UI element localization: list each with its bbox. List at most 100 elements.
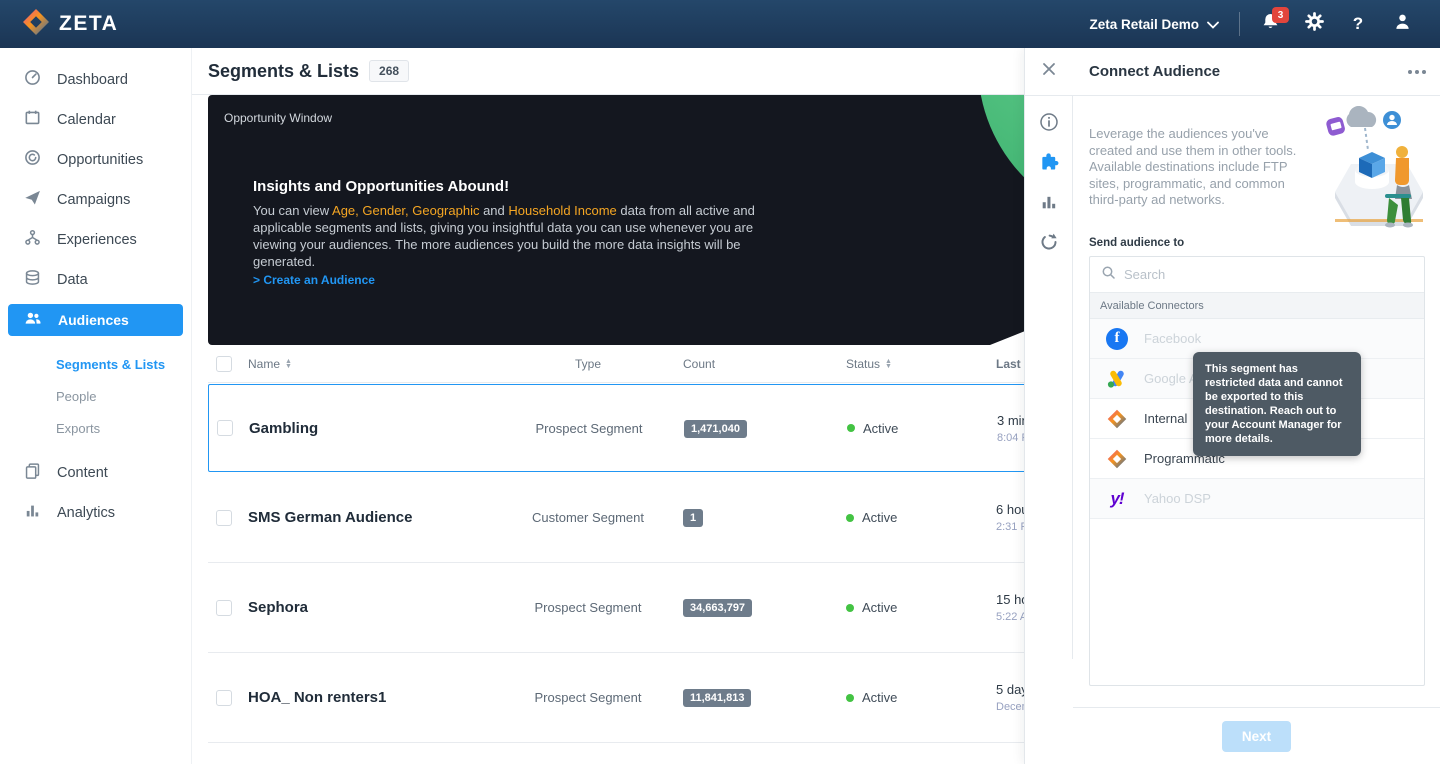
refresh-tab[interactable] bbox=[1025, 224, 1073, 264]
account-switcher[interactable]: Zeta Retail Demo bbox=[1089, 17, 1239, 32]
sidebar-item-people[interactable]: People bbox=[0, 380, 191, 412]
column-header-status[interactable]: Status▲▼ bbox=[838, 357, 996, 371]
column-header-name[interactable]: Name▲▼ bbox=[248, 357, 493, 371]
row-checkbox[interactable] bbox=[217, 420, 233, 436]
column-header-type: Type bbox=[493, 357, 683, 371]
panel-description: Leverage the audiences you've created an… bbox=[1089, 126, 1299, 209]
row-checkbox[interactable] bbox=[216, 690, 232, 706]
gear-icon bbox=[1305, 12, 1324, 36]
connector-search[interactable] bbox=[1090, 257, 1424, 293]
search-icon bbox=[1102, 266, 1115, 284]
count-badge: 1 bbox=[683, 509, 703, 527]
analytics-tab[interactable] bbox=[1025, 184, 1073, 224]
sidebar-label: Content bbox=[57, 465, 108, 481]
account-name: Zeta Retail Demo bbox=[1089, 17, 1199, 32]
data-icon bbox=[24, 269, 41, 291]
zeta-icon bbox=[1106, 448, 1128, 470]
bar-chart-icon bbox=[1040, 193, 1058, 216]
segment-name: SMS German Audience bbox=[248, 509, 493, 526]
sidebar-label: Data bbox=[57, 272, 88, 288]
sub-item-label: People bbox=[56, 389, 96, 404]
settings-button[interactable] bbox=[1292, 0, 1336, 48]
connect-illustration bbox=[1289, 106, 1434, 243]
sidebar-item-campaigns[interactable]: Campaigns bbox=[0, 180, 191, 220]
sidebar-label: Experiences bbox=[57, 232, 137, 248]
connectors-tab[interactable] bbox=[1025, 144, 1073, 184]
status-cell: Active bbox=[838, 600, 996, 615]
help-button[interactable]: ? bbox=[1336, 0, 1380, 48]
facebook-icon: f bbox=[1106, 328, 1128, 350]
sort-icon[interactable]: ▲▼ bbox=[885, 359, 892, 369]
next-button: Next bbox=[1222, 721, 1291, 752]
row-checkbox[interactable] bbox=[216, 510, 232, 526]
segment-count-badge: 268 bbox=[369, 60, 409, 82]
puzzle-icon bbox=[1039, 152, 1059, 177]
connector-yahoo-dsp: y! Yahoo DSP bbox=[1090, 479, 1424, 519]
page-title: Segments & Lists bbox=[208, 61, 359, 82]
select-all-checkbox[interactable] bbox=[216, 356, 232, 372]
campaigns-icon bbox=[24, 189, 41, 211]
yahoo-icon: y! bbox=[1106, 488, 1128, 510]
status-dot bbox=[846, 604, 854, 612]
panel-footer: Next bbox=[1073, 707, 1440, 764]
sub-item-label: Segments & Lists bbox=[56, 357, 165, 372]
sidebar-label: Opportunities bbox=[57, 152, 143, 168]
segment-type: Customer Segment bbox=[528, 509, 648, 526]
user-icon bbox=[1393, 12, 1412, 36]
count-badge: 34,663,797 bbox=[683, 599, 752, 617]
connector-label: Internal bbox=[1144, 411, 1187, 426]
sidebar-item-content[interactable]: Content bbox=[0, 453, 191, 493]
panel-header: Connect Audience bbox=[1025, 48, 1440, 96]
connector-label: Yahoo DSP bbox=[1144, 491, 1211, 506]
panel-title: Connect Audience bbox=[1089, 63, 1220, 80]
search-input[interactable] bbox=[1124, 267, 1412, 282]
sort-icon[interactable]: ▲▼ bbox=[285, 359, 292, 369]
panel-icon-rail bbox=[1025, 96, 1073, 659]
sidebar-item-calendar[interactable]: Calendar bbox=[0, 100, 191, 140]
banner-title: Insights and Opportunities Abound! bbox=[253, 178, 509, 195]
sidebar-item-exports[interactable]: Exports bbox=[0, 412, 191, 444]
notifications-button[interactable]: 3 bbox=[1248, 0, 1292, 48]
status-cell: Active bbox=[838, 690, 996, 705]
connector-label: Facebook bbox=[1144, 331, 1201, 346]
segment-name: Gambling bbox=[249, 420, 494, 437]
status-dot bbox=[846, 514, 854, 522]
sidebar-label: Analytics bbox=[57, 505, 115, 521]
chevron-down-icon bbox=[1207, 17, 1219, 32]
close-icon bbox=[1042, 62, 1056, 81]
create-audience-link[interactable]: > Create an Audience bbox=[253, 273, 375, 287]
status-dot bbox=[847, 424, 855, 432]
sidebar-item-dashboard[interactable]: Dashboard bbox=[0, 60, 191, 100]
available-connectors-header: Available Connectors bbox=[1090, 293, 1424, 319]
sidebar-item-audiences[interactable]: Audiences bbox=[8, 304, 183, 336]
sidebar-item-analytics[interactable]: Analytics bbox=[0, 493, 191, 533]
banner-body: You can view Age, Gender, Geographic and… bbox=[253, 202, 761, 270]
count-badge: 11,841,813 bbox=[683, 689, 751, 707]
status-text: Active bbox=[862, 510, 897, 525]
info-tab[interactable] bbox=[1025, 104, 1073, 144]
row-checkbox[interactable] bbox=[216, 600, 232, 616]
sidebar-item-segments-lists[interactable]: Segments & Lists bbox=[0, 348, 191, 380]
sidebar-label: Campaigns bbox=[57, 192, 130, 208]
help-icon: ? bbox=[1353, 14, 1363, 34]
sidebar-nav: Dashboard Calendar Opportunities Campaig… bbox=[0, 48, 192, 764]
sidebar-label: Dashboard bbox=[57, 72, 128, 88]
brand-logo[interactable]: ZETA bbox=[0, 8, 118, 41]
more-options-button[interactable] bbox=[1408, 70, 1426, 74]
info-icon bbox=[1039, 112, 1059, 137]
segment-type: Prospect Segment bbox=[494, 420, 684, 437]
connect-audience-panel: Connect Audience Leverage the audiences … bbox=[1024, 48, 1440, 764]
sidebar-item-data[interactable]: Data bbox=[0, 260, 191, 300]
banner-highlight: Age, Gender, Geographic bbox=[332, 203, 479, 218]
sidebar-item-opportunities[interactable]: Opportunities bbox=[0, 140, 191, 180]
opportunities-icon bbox=[24, 149, 41, 171]
sidebar-item-experiences[interactable]: Experiences bbox=[0, 220, 191, 260]
google-ads-icon bbox=[1106, 368, 1128, 390]
analytics-icon bbox=[24, 502, 41, 524]
zeta-diamond-icon bbox=[22, 8, 50, 41]
dashboard-icon bbox=[24, 69, 41, 91]
count-badge: 1,471,040 bbox=[684, 420, 747, 438]
close-button[interactable] bbox=[1025, 48, 1073, 96]
status-cell: Active bbox=[839, 421, 997, 436]
user-menu-button[interactable] bbox=[1380, 0, 1424, 48]
